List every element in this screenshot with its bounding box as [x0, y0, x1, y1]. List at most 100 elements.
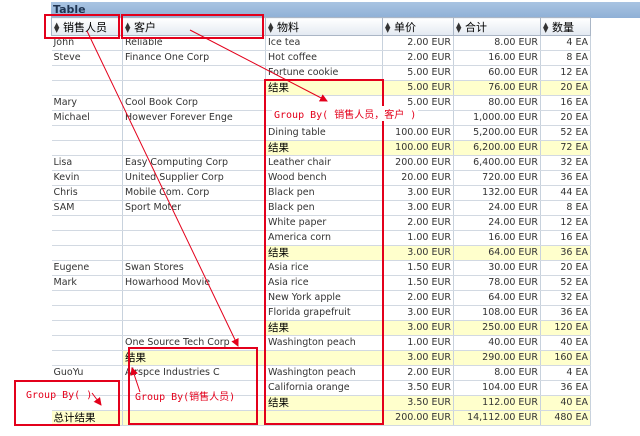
- table-cell: 40 EA: [540, 395, 591, 411]
- table-cell: 14,112.00 EUR: [453, 410, 541, 426]
- table-cell: [122, 305, 266, 321]
- annotation-group-by-salesperson: Group By(销售人员): [135, 392, 236, 403]
- table-cell: 104.00 EUR: [453, 380, 541, 396]
- table-cell: 36 EA: [540, 305, 591, 321]
- sort-icon[interactable]: ▲ ▼: [456, 21, 462, 33]
- table-cell: 1.50 EUR: [382, 260, 454, 276]
- table-cell: 1.00 EUR: [382, 230, 454, 246]
- table-cell: Lisa: [51, 155, 123, 171]
- table-cell: [51, 80, 123, 96]
- table-cell: 100.00 EUR: [382, 140, 454, 156]
- table-cell: 120 EA: [540, 320, 591, 336]
- table-cell: Howarhood Movie: [122, 275, 266, 291]
- table-cell: 12 EA: [540, 215, 591, 231]
- column-header-label: 物料: [277, 20, 299, 34]
- table-cell: 3.00 EUR: [382, 350, 454, 366]
- table-cell: 3.00 EUR: [382, 245, 454, 261]
- column-header-label: 数量: [552, 20, 574, 34]
- table-cell: 112.00 EUR: [453, 395, 541, 411]
- table-cell: 16.00 EUR: [453, 50, 541, 66]
- table-cell: 5.00 EUR: [382, 65, 454, 81]
- table-cell: 40 EA: [540, 335, 591, 351]
- subtotal-highlight-group-salesperson: [128, 347, 258, 425]
- table-cell: 4 EA: [540, 35, 591, 51]
- table-cell: 16 EA: [540, 95, 591, 111]
- table-cell: 108.00 EUR: [453, 305, 541, 321]
- table-cell: [122, 80, 266, 96]
- table-cell: 132.00 EUR: [453, 185, 541, 201]
- column-header-label: 合计: [465, 20, 487, 34]
- table-row: Steve Finance One Corp Hot coffee 2.00 EUR 1…: [51, 50, 591, 66]
- table-cell: 2.00 EUR: [382, 365, 454, 381]
- table-cell: 20 EA: [540, 110, 591, 126]
- table-cell: Steve: [51, 50, 123, 66]
- column-header-label: 单价: [394, 20, 416, 34]
- table-cell: Kevin: [51, 170, 123, 186]
- table-cell: Mark: [51, 275, 123, 291]
- table-cell: 290.00 EUR: [453, 350, 541, 366]
- column-header-3[interactable]: ▲ ▼ 单价: [382, 17, 454, 36]
- table-cell: Finance One Corp: [122, 50, 266, 66]
- table-cell: Mobile Com. Corp: [122, 185, 266, 201]
- customer-column-highlight: [121, 14, 264, 39]
- table-cell: 36 EA: [540, 245, 591, 261]
- column-header-4[interactable]: ▲ ▼ 合计: [453, 17, 541, 36]
- table-cell: 2.00 EUR: [382, 35, 454, 51]
- table-cell: [122, 320, 266, 336]
- table-cell: 36 EA: [540, 170, 591, 186]
- table-cell: However Forever Enge: [122, 110, 266, 126]
- table-cell: Hot coffee: [265, 50, 383, 66]
- table-cell: Ice tea: [265, 35, 383, 51]
- table-cell: 36 EA: [540, 380, 591, 396]
- column-header-2[interactable]: ▲ ▼ 物料: [265, 17, 383, 36]
- table-cell: 32 EA: [540, 290, 591, 306]
- table-cell: 200.00 EUR: [382, 155, 454, 171]
- table-cell: [51, 215, 123, 231]
- table-cell: 480 EA: [540, 410, 591, 426]
- table-cell: 16.00 EUR: [453, 230, 541, 246]
- column-header-5[interactable]: ▲ ▼ 数量: [540, 17, 591, 36]
- table-cell: [51, 65, 123, 81]
- table-cell: [51, 125, 123, 141]
- table-cell: 3.00 EUR: [382, 320, 454, 336]
- table-cell: 78.00 EUR: [453, 275, 541, 291]
- table-cell: 3.00 EUR: [382, 200, 454, 216]
- table-cell: [122, 290, 266, 306]
- table-cell: 3.50 EUR: [382, 380, 454, 396]
- table-cell: 250.00 EUR: [453, 320, 541, 336]
- table-cell: [122, 245, 266, 261]
- table-cell: 6,400.00 EUR: [453, 155, 541, 171]
- table-cell: 52 EA: [540, 275, 591, 291]
- table-cell: [51, 350, 123, 366]
- table-cell: 8 EA: [540, 50, 591, 66]
- table-cell: 5,200.00 EUR: [453, 125, 541, 141]
- table-cell: 8 EA: [540, 200, 591, 216]
- table-cell: 40.00 EUR: [453, 335, 541, 351]
- sort-icon[interactable]: ▲ ▼: [543, 21, 549, 33]
- table-cell: [122, 125, 266, 141]
- table-cell: 20.00 EUR: [382, 170, 454, 186]
- table-cell: 20 EA: [540, 260, 591, 276]
- table-cell: 20 EA: [540, 80, 591, 96]
- table-cell: 2.00 EUR: [382, 215, 454, 231]
- table-cell: 8.00 EUR: [453, 35, 541, 51]
- table-cell: Chris: [51, 185, 123, 201]
- table-cell: 5.00 EUR: [382, 80, 454, 96]
- table-cell: 80.00 EUR: [453, 95, 541, 111]
- table-cell: [122, 215, 266, 231]
- table-cell: [122, 65, 266, 81]
- table-cell: [51, 320, 123, 336]
- sort-icon[interactable]: ▲ ▼: [268, 21, 274, 33]
- table-cell: 44 EA: [540, 185, 591, 201]
- table-cell: 200.00 EUR: [382, 410, 454, 426]
- table-cell: Cool Book Corp: [122, 95, 266, 111]
- sort-icon[interactable]: ▲ ▼: [385, 21, 391, 33]
- table-cell: [51, 305, 123, 321]
- table-cell: [122, 140, 266, 156]
- table-cell: GuoYu: [51, 365, 123, 381]
- table-cell: 16 EA: [540, 230, 591, 246]
- table-cell: [51, 335, 123, 351]
- table-cell: Swan Stores: [122, 260, 266, 276]
- table-cell: 160 EA: [540, 350, 591, 366]
- table-cell: 76.00 EUR: [453, 80, 541, 96]
